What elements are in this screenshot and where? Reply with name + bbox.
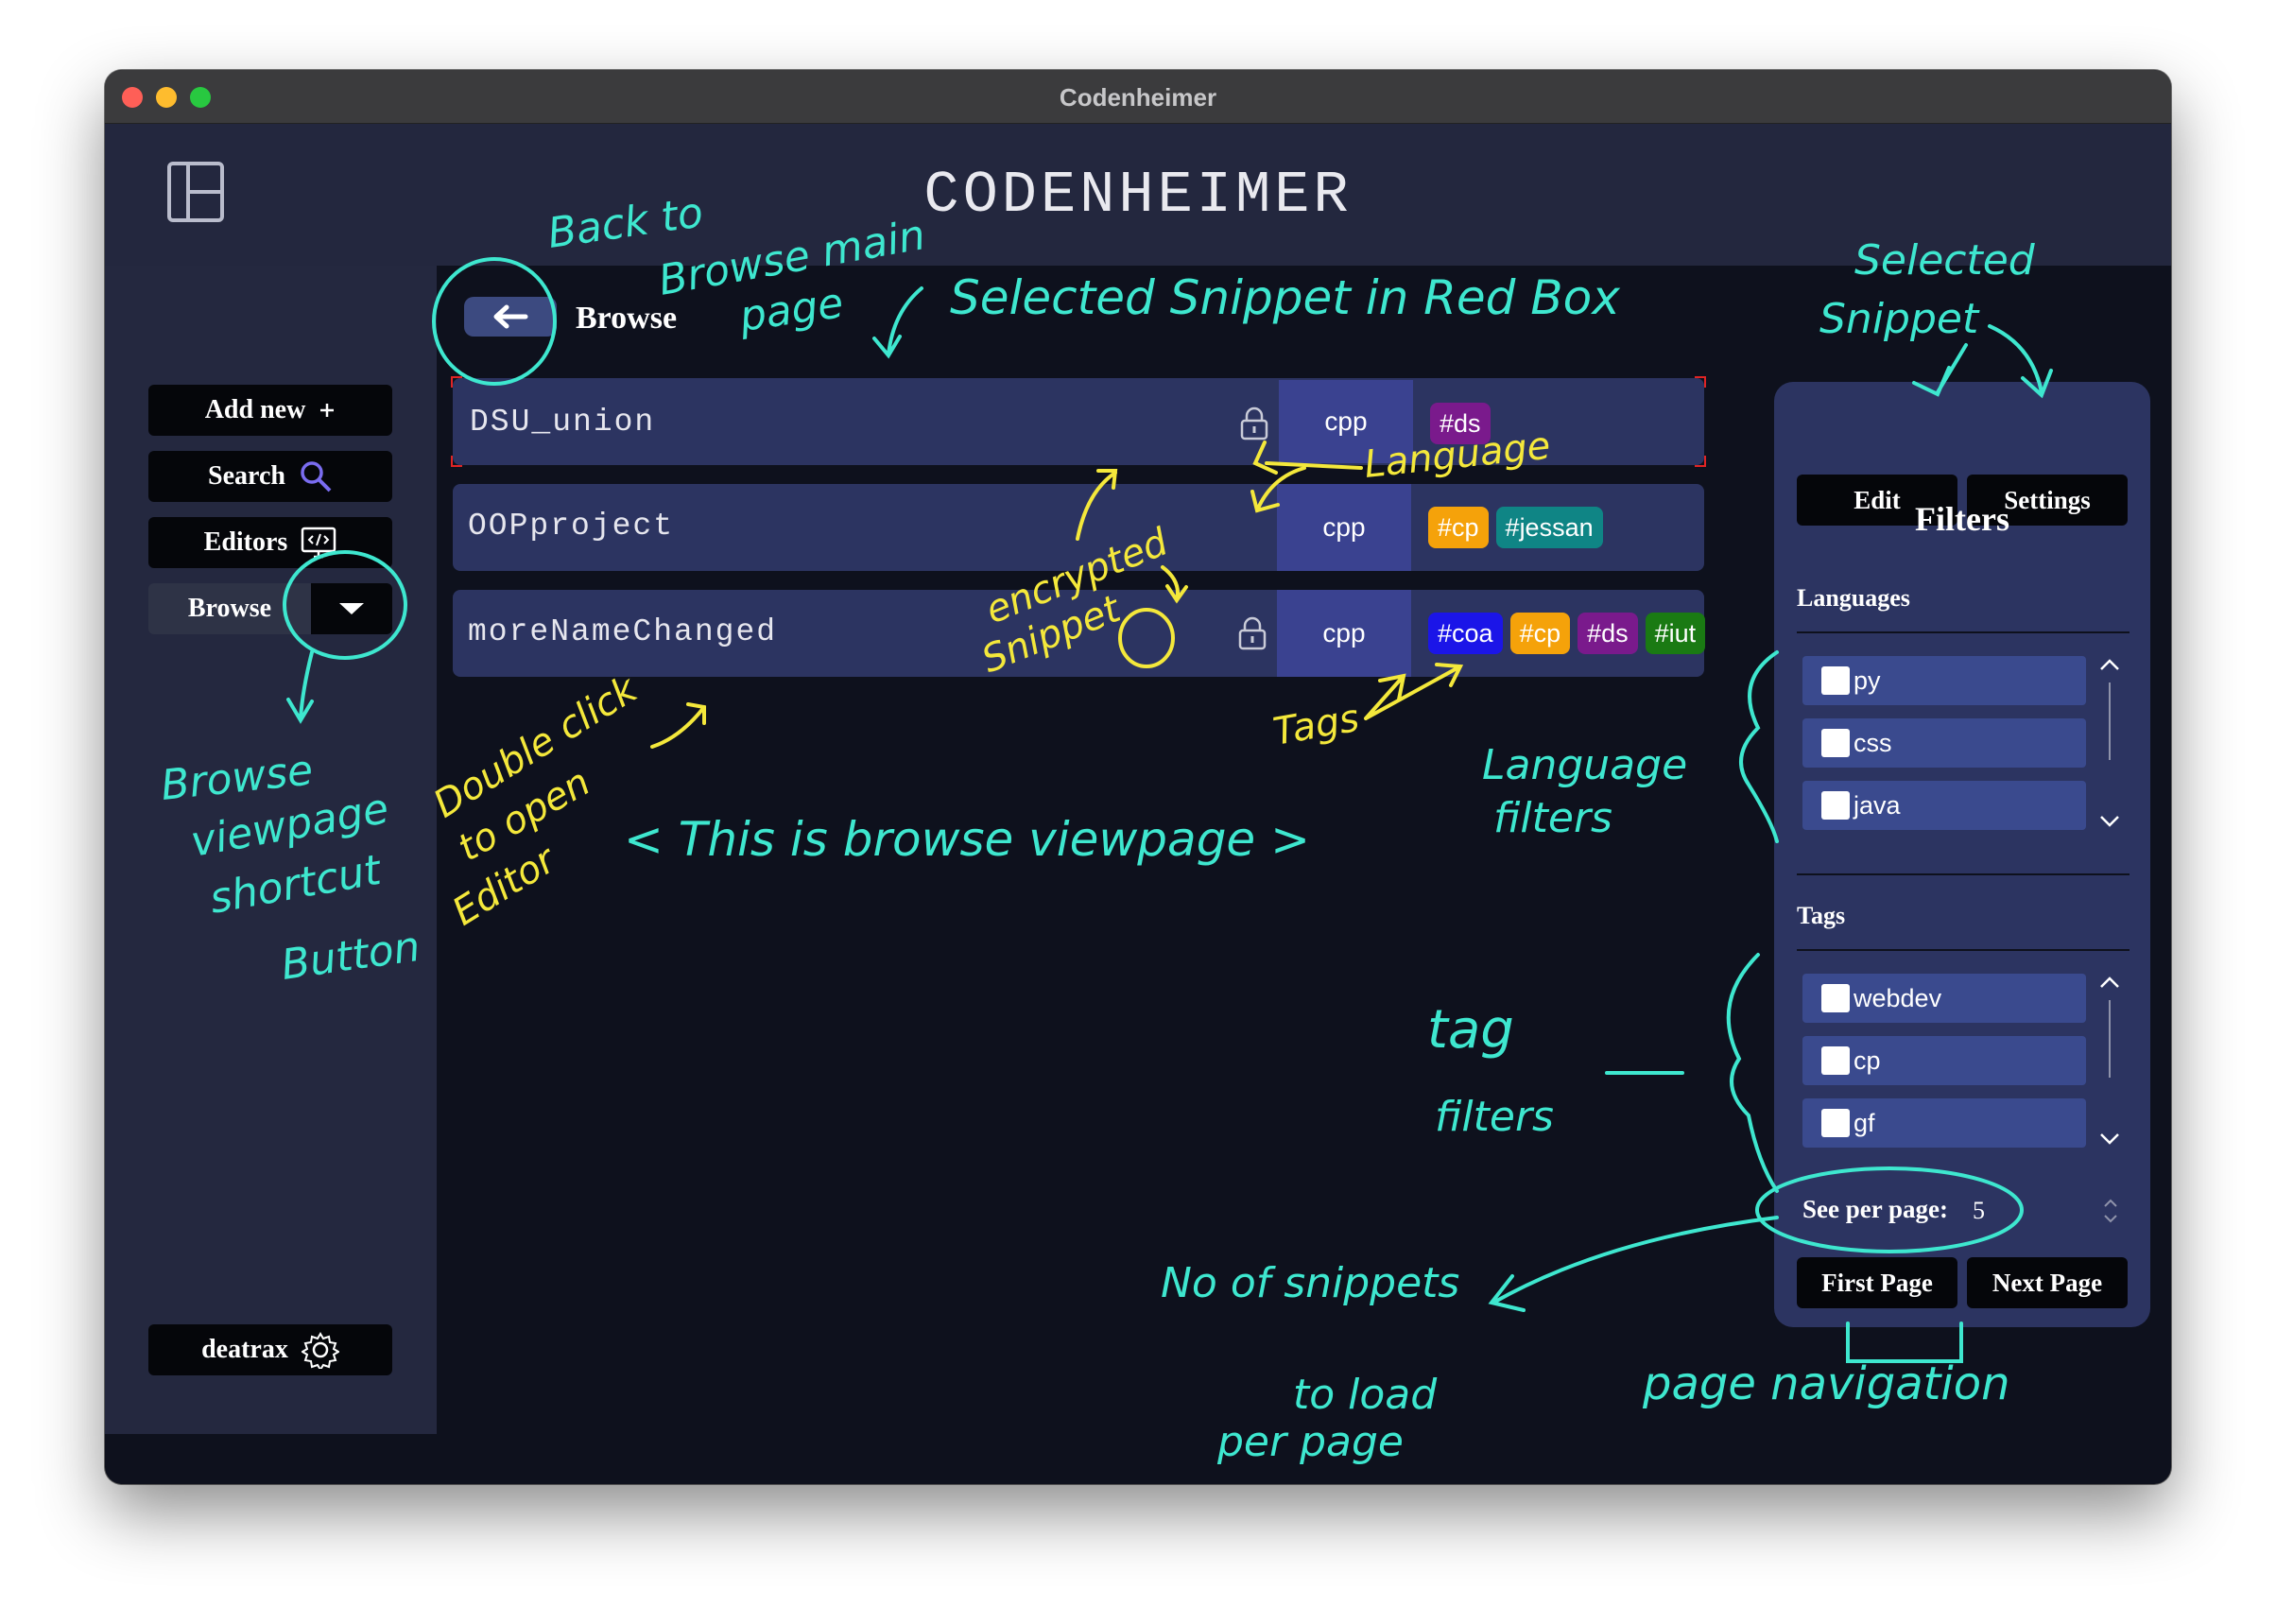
tag-filter-cp[interactable]: cp — [1802, 1036, 2086, 1085]
snippet-row[interactable]: DSU_union cpp #ds — [451, 376, 1706, 467]
tag-filter-webdev[interactable]: webdev — [1802, 974, 2086, 1023]
snippet-language: cpp — [1277, 484, 1411, 571]
page-title: Browse — [576, 301, 678, 336]
tags-title: Tags — [1797, 902, 1846, 929]
app-window: Codenheimer CODENHEIMER Add new Search E… — [105, 70, 2171, 1484]
checkbox[interactable] — [1821, 791, 1850, 820]
snippet-row[interactable]: moreNameChanged cpp #coa #cp #ds #iut — [453, 590, 1706, 677]
plus-icon — [319, 402, 336, 419]
checkbox[interactable] — [1821, 666, 1850, 695]
search-icon — [299, 459, 333, 493]
filter-label: gf — [1854, 1108, 1875, 1137]
filter-label: py — [1854, 665, 1881, 695]
window-title: Codenheimer — [1059, 83, 1217, 112]
tag-badge: #ds — [1578, 613, 1638, 654]
sidebar: Add new Search Editors Browse deatrax — [105, 266, 437, 1434]
filter-label: css — [1854, 728, 1892, 757]
add-new-label: Add new — [204, 395, 306, 424]
snippet-language: cpp — [1279, 380, 1413, 463]
snippet-name: DSU_union — [470, 405, 656, 440]
gear-icon — [301, 1331, 339, 1369]
username: deatrax — [201, 1335, 288, 1364]
languages-title: Languages — [1797, 584, 1910, 612]
tag-badge: #jessan — [1495, 507, 1603, 548]
editors-label: Editors — [203, 527, 288, 557]
tag-badge: #ds — [1430, 403, 1491, 444]
editors-button[interactable]: Editors — [148, 517, 392, 568]
snippet-name: OOPproject — [468, 509, 675, 544]
checkbox[interactable] — [1821, 1109, 1850, 1137]
search-button[interactable]: Search — [148, 451, 392, 502]
snippet-tags: #coa #cp #ds #iut — [1428, 613, 1706, 654]
tag-badge: #coa — [1428, 613, 1503, 654]
filters-title: Filters — [1915, 500, 2009, 538]
snippet-name: moreNameChanged — [468, 614, 778, 649]
snippet-tags: #cp #jessan — [1428, 507, 1603, 548]
title-bar: Codenheimer — [105, 70, 2171, 124]
selection-corner — [1695, 376, 1706, 388]
selection-corner — [451, 376, 462, 388]
selection-corner — [1695, 456, 1706, 467]
browse-dropdown-button[interactable] — [311, 583, 392, 634]
browse-button[interactable]: Browse — [148, 583, 392, 634]
language-filter-css[interactable]: css — [1802, 718, 2086, 768]
chevron-down-icon[interactable] — [2095, 1129, 2124, 1148]
divider — [1797, 873, 2129, 875]
user-settings-button[interactable]: deatrax — [148, 1324, 392, 1375]
scroll-track — [2109, 1000, 2111, 1078]
language-filter-py[interactable]: py — [1802, 656, 2086, 705]
lock-icon — [1240, 406, 1268, 441]
divider — [1797, 949, 2129, 951]
tag-badge: #cp — [1428, 507, 1489, 548]
arrow-left-icon — [493, 304, 528, 329]
stepper-icon[interactable] — [2099, 1195, 2122, 1227]
back-button[interactable] — [464, 297, 557, 337]
checkbox[interactable] — [1821, 984, 1850, 1012]
scroll-track — [2109, 682, 2111, 760]
filter-label: cp — [1854, 1045, 1881, 1075]
checkbox[interactable] — [1821, 729, 1850, 757]
checkbox[interactable] — [1821, 1046, 1850, 1075]
first-page-button[interactable]: First Page — [1797, 1257, 1957, 1308]
next-page-button[interactable]: Next Page — [1967, 1257, 2128, 1308]
app-header: CODENHEIMER — [105, 124, 2171, 266]
see-per-page-value[interactable]: 5 — [1973, 1197, 1985, 1225]
code-monitor-icon — [301, 527, 336, 559]
add-new-button[interactable]: Add new — [148, 385, 392, 436]
chevron-down-icon — [339, 603, 364, 614]
snippet-row[interactable]: OOPproject cpp #cp #jessan — [453, 484, 1704, 571]
selection-corner — [451, 456, 462, 467]
chevron-up-icon[interactable] — [2095, 974, 2124, 993]
divider — [1797, 631, 2129, 633]
search-label: Search — [208, 461, 285, 491]
filter-label: java — [1854, 790, 1901, 820]
tags-scrollbar[interactable] — [2095, 974, 2124, 1148]
chevron-up-icon[interactable] — [2095, 656, 2124, 675]
app-title: CODENHEIMER — [923, 162, 1353, 229]
tag-filter-gf[interactable]: gf — [1802, 1098, 2086, 1148]
tag-badge: #iut — [1645, 613, 1706, 654]
lock-icon — [1238, 616, 1267, 650]
snippet-language: cpp — [1277, 590, 1411, 677]
chevron-down-icon[interactable] — [2095, 811, 2124, 830]
filter-label: webdev — [1854, 983, 1942, 1012]
browse-label: Browse — [187, 594, 272, 623]
languages-scrollbar[interactable] — [2095, 656, 2124, 830]
tag-badge: #cp — [1509, 613, 1571, 654]
language-filter-java[interactable]: java — [1802, 781, 2086, 830]
filter-panel: Edit Settings Filters Languages py css j… — [1774, 382, 2150, 1327]
snippet-tags: #ds — [1430, 403, 1491, 444]
see-per-page-label: See per page: — [1802, 1195, 1948, 1223]
